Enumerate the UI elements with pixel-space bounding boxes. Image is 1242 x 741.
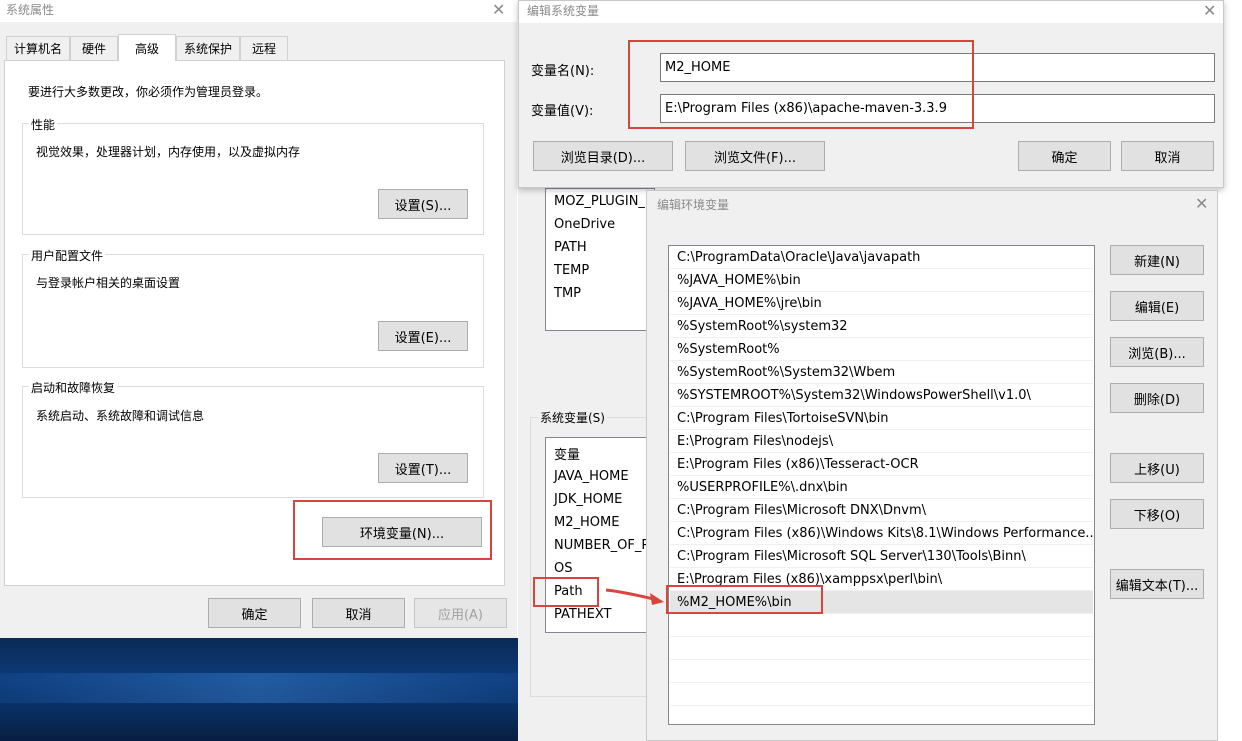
user-variables-list[interactable]: MOZ_PLUGIN_ OneDrive PATH TEMP TMP [545,188,655,331]
path-entry[interactable]: C:\Program Files\Microsoft SQL Server\13… [670,545,1093,568]
profiles-settings-button[interactable]: 设置(E)... [378,321,468,351]
ok-button[interactable]: 确定 [208,598,301,628]
path-entry[interactable]: %SystemRoot%\System32\Wbem [670,361,1093,384]
edit-environment-variable-titlebar: 编辑环境变量 ✕ [647,191,1217,217]
close-icon[interactable]: ✕ [1203,1,1216,20]
empty-row [670,614,1093,637]
highlight-env-button [293,500,492,560]
path-entry[interactable]: C:\Program Files (x86)\Windows Kits\8.1\… [670,522,1093,545]
close-icon[interactable]: ✕ [492,0,505,19]
edit-environment-variable-dialog: 编辑环境变量 ✕ C:\ProgramData\Oracle\Java\java… [646,190,1218,741]
admin-note: 要进行大多数更改，你必须作为管理员登录。 [28,85,269,99]
path-entry[interactable]: %SystemRoot%\system32 [670,315,1093,338]
browse-directory-button[interactable]: 浏览目录(D)... [533,141,673,171]
close-icon[interactable]: ✕ [1195,194,1208,213]
list-item[interactable]: MOZ_PLUGIN_ [554,194,645,209]
tab-system-protection[interactable]: 系统保护 [176,36,240,60]
tab-hardware[interactable]: 硬件 [70,36,118,60]
edit-system-variable-titlebar: 编辑系统变量 ✕ [519,1,1223,23]
highlight-path-item [533,577,599,607]
path-entry[interactable]: E:\Program Files (x86)\Tesseract-OCR [670,453,1093,476]
tab-label: 系统保护 [183,42,232,56]
path-entry[interactable]: C:\ProgramData\Oracle\Java\javapath [670,246,1093,269]
list-item[interactable]: TMP [554,286,581,301]
system-properties-titlebar: 系统属性 ✕ [0,0,517,22]
column-header[interactable]: 变量 [554,444,580,463]
environment-variables-dialog: MOZ_PLUGIN_ OneDrive PATH TEMP TMP 系统变量(… [518,188,655,741]
path-entry[interactable]: %JAVA_HOME%\bin [670,269,1093,292]
tab-panel: 要进行大多数更改，你必须作为管理员登录。 性能 视觉效果，处理器计划，内存使用，… [4,60,505,586]
path-entry[interactable]: %SYSTEMROOT%\System32\WindowsPowerShell\… [670,384,1093,407]
path-entries-list[interactable]: C:\ProgramData\Oracle\Java\javapath %JAV… [668,245,1095,725]
path-entry[interactable]: %USERPROFILE%\.dnx\bin [670,476,1093,499]
startup-label: 启动和故障恢复 [29,379,118,396]
path-entry[interactable]: %SystemRoot% [670,338,1093,361]
profiles-label: 用户配置文件 [29,247,106,264]
tab-label: 高级 [134,41,159,56]
system-variables-label: 系统变量(S) [538,409,607,426]
list-item[interactable]: JDK_HOME [554,492,622,507]
edit-text-button[interactable]: 编辑文本(T)... [1110,569,1204,599]
list-item[interactable]: M2_HOME [554,515,619,530]
cancel-button[interactable]: 取消 [1121,141,1214,171]
highlight-m2-entry [666,585,823,614]
tab-label: 远程 [251,42,276,56]
delete-button[interactable]: 删除(D) [1110,383,1204,413]
list-item[interactable]: JAVA_HOME [554,469,629,484]
path-entry[interactable]: C:\Program Files\Microsoft DNX\Dnvm\ [670,499,1093,522]
dialog-title: 系统属性 [6,3,55,17]
variable-name-label: 变量名(N): [531,64,595,79]
move-up-button[interactable]: 上移(U) [1110,453,1204,483]
dialog-title: 编辑环境变量 [657,198,730,212]
edit-button[interactable]: 编辑(E) [1110,291,1204,321]
profiles-desc: 与登录帐户相关的桌面设置 [36,276,181,290]
move-down-button[interactable]: 下移(O) [1110,499,1204,529]
list-item[interactable]: TEMP [554,263,589,278]
startup-settings-button[interactable]: 设置(T)... [378,453,468,483]
empty-row [670,637,1093,660]
empty-row [670,683,1093,706]
desktop-background [0,638,518,741]
performance-desc: 视觉效果，处理器计划，内存使用，以及虚拟内存 [36,145,301,159]
path-entry[interactable]: %JAVA_HOME%\jre\bin [670,292,1093,315]
tab-remote[interactable]: 远程 [240,36,288,60]
browse-file-button[interactable]: 浏览文件(F)... [685,141,825,171]
system-properties-dialog: 系统属性 ✕ 计算机名 硬件 高级 系统保护 远程 要进行大多数更改，你必须作为… [0,0,517,638]
performance-settings-button[interactable]: 设置(S)... [378,189,468,219]
edit-system-variable-dialog: 编辑系统变量 ✕ 变量名(N): M2_HOME 变量值(V): E:\Prog… [518,0,1224,188]
tab-computer-name[interactable]: 计算机名 [6,36,70,60]
variable-value-label: 变量值(V): [531,104,594,119]
tab-label: 硬件 [81,42,106,56]
startup-desc: 系统启动、系统故障和调试信息 [36,409,205,423]
annotation-arrow-icon [605,588,664,605]
tab-label: 计算机名 [13,42,62,56]
cancel-button[interactable]: 取消 [312,598,405,628]
browse-button[interactable]: 浏览(B)... [1110,337,1204,367]
path-entry[interactable]: C:\Program Files\TortoiseSVN\bin [670,407,1093,430]
empty-row [670,660,1093,683]
dialog-title: 编辑系统变量 [527,4,600,18]
highlight-name-value [628,40,974,129]
list-item[interactable]: OneDrive [554,217,615,232]
tab-advanced[interactable]: 高级 [118,34,176,61]
performance-label: 性能 [29,116,58,133]
apply-button[interactable]: 应用(A) [414,598,507,628]
list-item[interactable]: PATH [554,240,587,255]
path-entry[interactable]: E:\Program Files\nodejs\ [670,430,1093,453]
ok-button[interactable]: 确定 [1018,141,1111,171]
new-button[interactable]: 新建(N) [1110,245,1204,275]
list-item[interactable]: NUMBER_OF_P [554,538,649,553]
list-item[interactable]: OS [554,561,572,576]
